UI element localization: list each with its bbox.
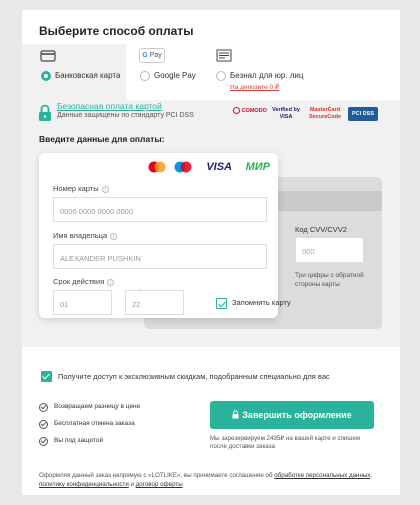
- check-circle-icon: [39, 403, 48, 412]
- remember-card-label: Запомнить карту: [232, 298, 291, 307]
- expiry-label: Срок действия i: [53, 277, 115, 286]
- maestro-icon: [174, 161, 192, 173]
- cvv-input[interactable]: 000: [295, 237, 364, 263]
- lock-icon: [39, 104, 51, 121]
- expiry-month-input[interactable]: 01: [53, 290, 112, 315]
- personal-data-link[interactable]: обработке персональных данных: [274, 472, 370, 479]
- promo-label: Получите доступ к эксклюзивным скидкам, …: [58, 372, 330, 381]
- info-icon[interactable]: i: [101, 185, 109, 193]
- card-section-title: Введите данные для оплаты:: [39, 134, 165, 144]
- page-title: Выберите способ оплаты: [39, 24, 194, 38]
- complete-order-label: Завершить оформление: [242, 410, 352, 420]
- tab-bank-card[interactable]: Банковская карта: [22, 44, 126, 100]
- info-icon[interactable]: i: [107, 278, 115, 286]
- feature-protection: Вы под защитой: [39, 437, 189, 449]
- pci-dss-badge: PCI DSS: [348, 107, 378, 121]
- cvv-label: Код CVV/CVV2: [295, 225, 347, 234]
- checkout-footer: Получите доступ к эксклюзивным скидкам, …: [22, 347, 400, 495]
- tab-business-label: Безнал для юр. лиц: [230, 71, 304, 80]
- privacy-policy-link[interactable]: политику конфиденциальности: [39, 481, 129, 488]
- holder-label: Имя владельца i: [53, 231, 118, 240]
- radio-business[interactable]: [216, 71, 226, 81]
- reserve-note: Мы зарезервируем 2435₽ на вашей карте и …: [210, 435, 361, 450]
- feature-free-cancel: Бесплатная отмена заказа: [39, 420, 189, 432]
- payment-panel: Выберите способ оплаты Банковская карта …: [22, 10, 400, 495]
- tab-google-pay-label: Google Pay: [154, 71, 196, 80]
- holder-input[interactable]: ALEXANDER PUSHKIN: [53, 244, 267, 269]
- expiry-year-input[interactable]: 22: [125, 290, 184, 315]
- radio-google-pay[interactable]: [140, 71, 150, 81]
- tab-bank-card-label: Банковская карта: [55, 71, 121, 80]
- header: Выберите способ оплаты: [22, 10, 400, 44]
- tab-business[interactable]: Безнал для юр. лиц На депозите 0 ₽: [202, 44, 400, 100]
- lock-icon: [232, 410, 239, 419]
- promo-checkbox[interactable]: [41, 371, 52, 382]
- radio-bank-card[interactable]: [41, 71, 51, 81]
- card-number-label-text: Номер карты: [53, 184, 99, 193]
- check-circle-icon: [39, 437, 48, 446]
- remember-card-checkbox[interactable]: [216, 298, 227, 309]
- card-icon: [40, 50, 56, 62]
- consent-separator: ,: [370, 472, 373, 479]
- offer-agreement-link[interactable]: договор оферты: [136, 481, 183, 488]
- invoice-icon: [216, 49, 232, 62]
- comodo-badge-text: COMODO: [241, 107, 267, 114]
- payment-method-tabs: Банковская карта G Pay Google Pay Безнал…: [22, 44, 400, 100]
- feature-price-refund: Возвращаем разницу в цене: [39, 403, 189, 415]
- cvv-hint: Три цифры с обратной стороны карты: [295, 272, 364, 288]
- comodo-badge: COMODO: [232, 107, 268, 121]
- tab-google-pay[interactable]: G Pay Google Pay: [126, 44, 202, 100]
- consent-separator: и: [128, 481, 136, 488]
- card-front: VISA МИР Номер карты i 0000 0000 0000 000…: [39, 153, 291, 318]
- feature-label: Бесплатная отмена заказа: [54, 420, 135, 427]
- card-number-label: Номер карты i: [53, 184, 109, 193]
- visa-icon: VISA: [206, 161, 232, 173]
- deposit-balance[interactable]: На депозите 0 ₽: [230, 83, 279, 91]
- secure-payment-row: Безопасная оплата картой Данные защищены…: [22, 100, 400, 130]
- secure-payment-link[interactable]: Безопасная оплата картой: [57, 101, 162, 111]
- check-circle-icon: [39, 420, 48, 429]
- mir-icon: МИР: [245, 161, 270, 173]
- expiry-label-text: Срок действия: [53, 277, 105, 286]
- card-number-input[interactable]: 0000 0000 0000 0000: [53, 197, 267, 222]
- complete-order-button[interactable]: Завершить оформление: [210, 401, 374, 429]
- feature-label: Возвращаем разницу в цене: [54, 403, 141, 410]
- holder-label-text: Имя владельца: [53, 231, 108, 240]
- mastercard-securecode-badge: MasterCard SecureCode: [308, 107, 342, 120]
- feature-label: Вы под защитой: [54, 437, 104, 444]
- consent-text: Оформляя данный заказ напрямую с «LOTLIK…: [39, 471, 384, 489]
- info-icon[interactable]: i: [110, 232, 118, 240]
- consent-prefix: Оформляя данный заказ напрямую с «LOTLIK…: [39, 472, 275, 479]
- mastercard-icon: [148, 161, 166, 173]
- google-pay-icon: G Pay: [139, 48, 165, 63]
- verified-by-visa-badge: Verified by VISA: [272, 107, 300, 120]
- secure-payment-subtitle: Данные защищены по стандарту PCI DSS: [57, 112, 194, 119]
